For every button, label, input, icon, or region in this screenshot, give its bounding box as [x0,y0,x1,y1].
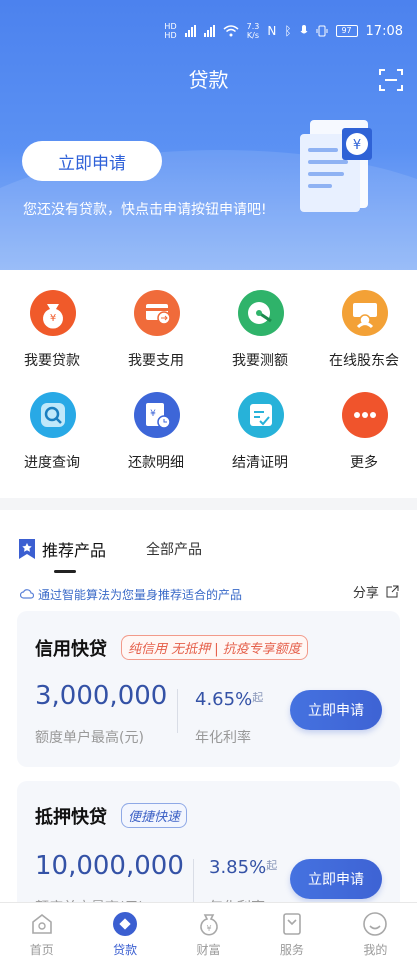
vibrate-icon [316,25,328,37]
grid-label: 更多 [350,455,378,471]
card-divider [177,689,178,733]
recommend-note: 通过智能算法为您量身推荐适合的产品 [20,584,400,606]
hero-hint-text: 您还没有贷款，快点击申请按钮申请吧! [23,202,267,218]
product-rate-suffix: 起 [266,859,278,872]
nav-loan-label: 贷款 [113,943,138,957]
network-speed: 7.3 K/s [247,22,260,40]
grid-item-shareholder-meeting[interactable]: 在线股东会 [312,270,416,370]
loan-tab-icon [113,912,138,936]
status-bar: HD HD 7.3 K/s N ᛒ 97 17:08 [164,18,403,44]
share-button[interactable]: 分享 [353,582,399,601]
grid-item-progress-query[interactable]: 进度查询 [0,372,104,472]
bluetooth-icon: ᛒ [284,24,292,38]
profile-icon [363,912,388,936]
grid-label: 结清证明 [232,455,288,471]
header-hero: HD HD 7.3 K/s N ᛒ 97 17:08 贷款 立即申请 您还没有贷款，… [0,0,417,270]
product-amount: 10,000,000 [35,851,184,881]
function-grid: ¥ 我要贷款 我要支用 我要测额 在线股东会 进度查询 ¥ 还款明细 结清证明 … [0,270,417,498]
page-title: 贷款 [188,68,229,92]
product-title: 信用快贷 [35,639,107,660]
nav-mine[interactable]: 我的 [334,903,417,962]
grid-item-withdraw[interactable]: 我要支用 [104,270,208,370]
nav-service-label: 服务 [279,943,304,957]
svg-text:¥: ¥ [150,409,156,419]
home-icon [31,913,52,934]
grid-item-credit-test[interactable]: 我要测额 [208,270,312,370]
hd-indicator: HD HD [164,22,177,40]
grid-item-clearance-certificate[interactable]: 结清证明 [208,372,312,472]
card-divider [193,859,194,903]
network-speed-unit: K/s [246,31,260,40]
wifi-icon [223,25,239,37]
signal-icon-2 [203,25,215,37]
tab-recommended-label: 推荐产品 [42,541,107,560]
product-card-mortgage[interactable]: 抵押快贷 便捷快速 10,000,000 额度单户最高(元) 3.85%起 年化… [17,781,400,921]
nfc-icon: N [267,24,277,38]
recommend-text: 通过智能算法为您量身推荐适合的产品 [38,588,243,602]
svg-text:¥: ¥ [50,313,56,324]
product-amount-label: 额度单户最高(元) [35,730,144,746]
nav-home[interactable]: 首页 [0,903,83,962]
product-rate: 4.65%起 [195,689,263,710]
cloud-icon [20,589,34,599]
bookmark-star-icon [19,539,35,559]
product-title: 抵押快贷 [35,807,107,828]
loan-page: HD HD 7.3 K/s N ᛒ 97 17:08 贷款 立即申请 您还没有贷款，… [0,0,417,962]
grid-item-more[interactable]: 更多 [312,372,416,472]
nav-wealth[interactable]: ¥ 财富 [167,903,250,962]
share-label: 分享 [352,586,379,601]
bottom-nav: 首页 贷款 ¥ 财富 服务 我的 [0,902,417,962]
loan-document-illustration: ¥ [300,120,372,212]
wealth-bag-icon: ¥ [199,914,218,936]
card-transfer-icon [134,290,180,336]
more-dots-icon [342,392,388,438]
svg-text:¥: ¥ [206,924,211,933]
money-bag-icon: ¥ [30,290,76,336]
product-tag: 便捷快速 [121,803,188,828]
product-rate-suffix: 起 [252,691,264,704]
product-amount: 3,000,000 [35,681,168,711]
apply-button[interactable]: 立即申请 [290,690,382,730]
service-icon [283,913,301,935]
share-icon [386,585,399,598]
products-section: 推荐产品 全部产品 通过智能算法为您量身推荐适合的产品 分享 信用快贷 纯信用 … [0,510,417,921]
nav-service[interactable]: 服务 [250,903,333,962]
hero-apply-button[interactable]: 立即申请 [22,141,162,181]
signal-icon [184,25,196,37]
repayment-icon: ¥ [134,392,180,438]
nav-loan[interactable]: 贷款 [83,903,166,962]
meeting-icon [342,290,388,336]
product-rate: 3.85%起 [209,857,277,878]
tab-all-products[interactable]: 全部产品 [146,539,202,559]
grid-label: 进度查询 [24,455,80,471]
grid-item-repayment-detail[interactable]: ¥ 还款明细 [104,372,208,472]
product-rate-value: 4.65% [195,689,253,710]
active-tab-indicator [54,570,76,573]
product-tag: 纯信用 无抵押 | 抗疫专享额度 [121,635,308,660]
nav-mine-label: 我的 [363,943,388,957]
meter-icon [238,290,284,336]
nav-home-label: 首页 [29,943,54,957]
grid-label: 我要贷款 [24,353,80,369]
mic-icon [300,25,307,34]
nav-wealth-label: 财富 [196,943,221,957]
apply-button[interactable]: 立即申请 [290,859,382,899]
grid-label: 我要支用 [128,353,184,369]
svg-text:¥: ¥ [353,138,361,153]
product-rate-value: 3.85% [209,857,267,878]
grid-label: 我要测额 [232,353,288,369]
status-time: 17:08 [365,23,403,39]
battery-indicator: 97 [335,25,358,37]
network-speed-value: 7.3 [246,22,260,31]
scan-icon[interactable] [379,68,403,92]
tab-recommended[interactable]: 推荐产品 [18,534,106,564]
product-rate-label: 年化利率 [195,730,251,746]
certificate-icon [238,392,284,438]
grid-item-apply-loan[interactable]: ¥ 我要贷款 [0,270,104,370]
grid-label: 还款明细 [128,455,184,471]
product-card-credit[interactable]: 信用快贷 纯信用 无抵押 | 抗疫专享额度 3,000,000 额度单户最高(元… [17,611,400,767]
grid-label: 在线股东会 [329,353,399,369]
magnifier-icon [30,392,76,438]
